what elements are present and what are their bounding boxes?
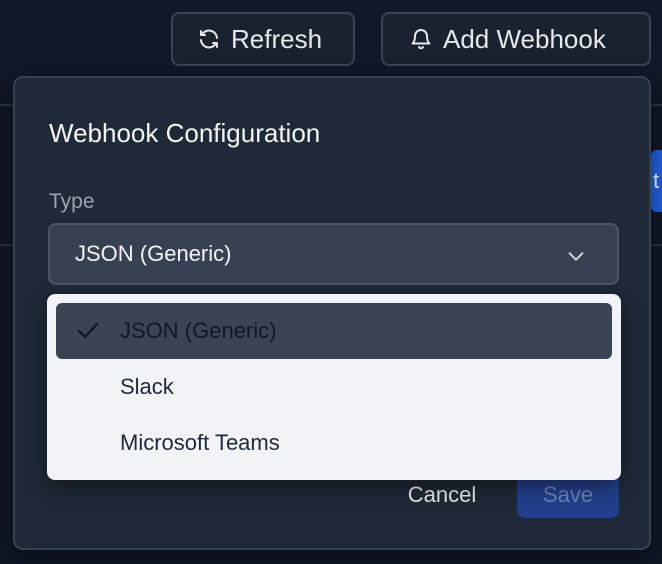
background-primary-button-edge[interactable]: t [651, 150, 662, 212]
dropdown-option-slack[interactable]: Slack [56, 359, 612, 415]
refresh-button-label: Refresh [231, 23, 323, 54]
background-button-label: t [653, 168, 660, 193]
dropdown-option-label: Slack [120, 374, 174, 399]
dropdown-option-microsoft-teams[interactable]: Microsoft Teams [56, 415, 612, 471]
bell-icon [411, 29, 431, 50]
dialog-title: Webhook Configuration [49, 118, 321, 148]
add-webhook-button[interactable]: Add Webhook [381, 12, 651, 66]
refresh-icon [200, 29, 218, 49]
dropdown-option-label: Microsoft Teams [120, 430, 280, 455]
add-webhook-button-label: Add Webhook [443, 23, 606, 54]
check-icon [77, 322, 99, 339]
chevron-down-icon [568, 252, 584, 261]
refresh-button[interactable]: Refresh [171, 12, 355, 66]
type-field-label: Type [49, 190, 95, 213]
type-select-value: JSON (Generic) [75, 241, 232, 266]
dropdown-option-label: JSON (Generic) [120, 318, 277, 343]
dropdown-option-json-generic[interactable]: JSON (Generic) [56, 303, 612, 359]
type-select[interactable]: JSON (Generic) [48, 223, 619, 285]
type-dropdown-menu: JSON (Generic) Slack Microsoft Teams [47, 294, 621, 480]
app-page: t Refresh Add Webhook Webhook Configurat… [0, 0, 662, 564]
